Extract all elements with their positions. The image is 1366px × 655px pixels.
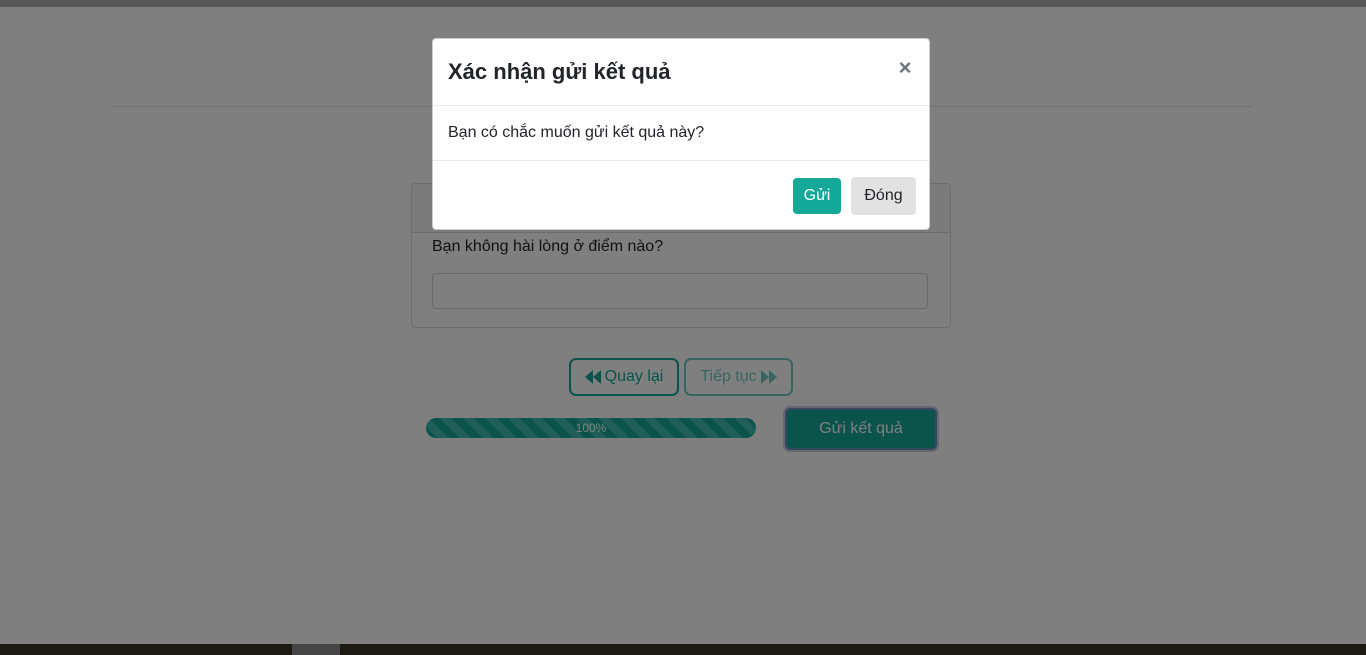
modal-title: Xác nhận gửi kết quả [448,59,671,84]
modal-body: Bạn có chắc muốn gửi kết quả này? [433,106,929,161]
send-button[interactable]: Gửi [793,178,841,214]
modal-message: Bạn có chắc muốn gửi kết quả này? [448,124,705,141]
close-icon[interactable]: × [895,56,915,80]
confirm-submit-modal: Xác nhận gửi kết quả × Bạn có chắc muốn … [432,38,930,230]
modal-footer: Gửi Đóng [433,161,929,231]
modal-header: Xác nhận gửi kết quả × [433,39,929,106]
close-button[interactable]: Đóng [851,177,916,215]
